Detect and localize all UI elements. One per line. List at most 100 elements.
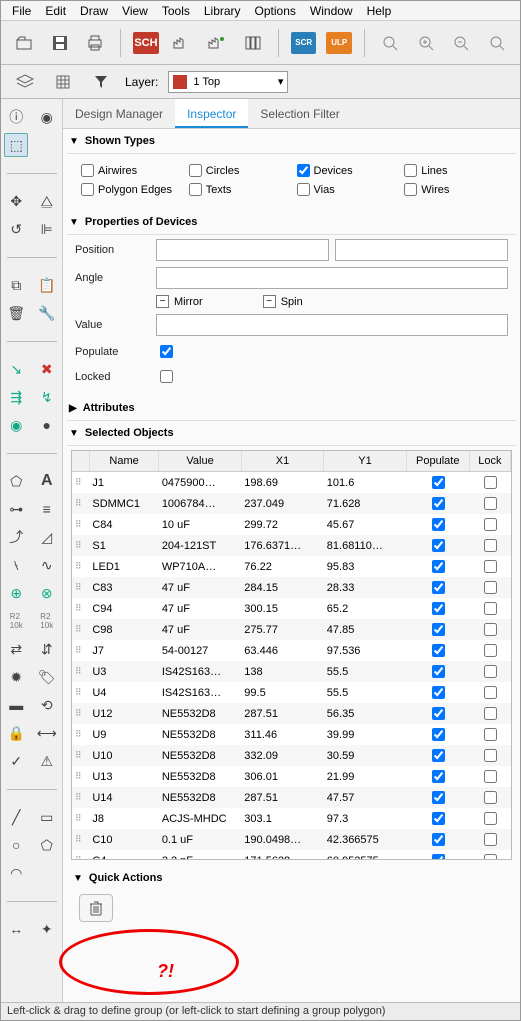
zoom-fit-icon[interactable] bbox=[377, 29, 403, 57]
chk-circles[interactable]: Circles bbox=[189, 164, 293, 177]
mirror-tool-icon[interactable]: ⧋ bbox=[35, 189, 59, 213]
zoom-in-icon[interactable] bbox=[413, 29, 439, 57]
table-row[interactable]: ⠿U12NE5532D8287.5156.35 bbox=[72, 703, 511, 724]
section-shown-types[interactable]: ▼Shown Types bbox=[67, 129, 516, 154]
row-populate-checkbox[interactable] bbox=[432, 623, 445, 636]
bus-tool-icon[interactable]: ≡ bbox=[35, 497, 59, 521]
chk-lines[interactable]: Lines bbox=[404, 164, 508, 177]
table-row[interactable]: ⠿U9NE5532D8311.4639.99 bbox=[72, 724, 511, 745]
move-tool-icon[interactable]: ✥ bbox=[4, 189, 28, 213]
sch-brd-badge[interactable]: SCH bbox=[133, 32, 159, 54]
align-tool-icon[interactable]: ⊫ bbox=[35, 217, 59, 241]
manufacturing-icon[interactable] bbox=[169, 29, 195, 57]
table-row[interactable]: ⠿C8410 uF299.7245.67 bbox=[72, 514, 511, 535]
meander-tool-icon[interactable]: ∿ bbox=[35, 553, 59, 577]
table-row[interactable]: ⠿U14NE5532D8287.5147.57 bbox=[72, 787, 511, 808]
spin-checkbox[interactable]: − bbox=[263, 295, 276, 308]
delete-tool-icon[interactable]: 🗑 bbox=[4, 301, 28, 325]
row-lock-checkbox[interactable] bbox=[484, 749, 497, 762]
table-row[interactable]: ⠿U10NE5532D8332.0930.59 bbox=[72, 745, 511, 766]
menu-draw[interactable]: Draw bbox=[73, 2, 115, 20]
menu-window[interactable]: Window bbox=[303, 2, 360, 20]
row-populate-checkbox[interactable] bbox=[432, 476, 445, 489]
row-populate-checkbox[interactable] bbox=[432, 686, 445, 699]
row-populate-checkbox[interactable] bbox=[432, 560, 445, 573]
row-populate-checkbox[interactable] bbox=[432, 854, 445, 860]
grid-icon[interactable] bbox=[49, 68, 77, 96]
chk-texts[interactable]: Texts bbox=[189, 183, 293, 196]
menu-options[interactable]: Options bbox=[248, 2, 303, 20]
table-row[interactable]: ⠿C42.2 pF171.5628…60.952575 bbox=[72, 850, 511, 860]
change-tool-icon[interactable]: 🔧 bbox=[35, 301, 59, 325]
quickroute-icon[interactable]: ↯ bbox=[35, 385, 59, 409]
position-y-input[interactable] bbox=[335, 239, 508, 261]
circle-tool-icon[interactable]: ○ bbox=[4, 833, 28, 857]
paint-tool-icon[interactable]: ▬ bbox=[4, 693, 28, 717]
miter-tool-icon[interactable]: ◿ bbox=[35, 525, 59, 549]
row-lock-checkbox[interactable] bbox=[484, 854, 497, 860]
zoom-out-icon[interactable] bbox=[448, 29, 474, 57]
row-lock-checkbox[interactable] bbox=[484, 560, 497, 573]
row-populate-checkbox[interactable] bbox=[432, 497, 445, 510]
row-lock-checkbox[interactable] bbox=[484, 602, 497, 615]
section-quick-actions[interactable]: ▼Quick Actions bbox=[71, 866, 512, 890]
row-lock-checkbox[interactable] bbox=[484, 728, 497, 741]
table-row[interactable]: ⠿J8ACJS-MHDC303.197.3 bbox=[72, 808, 511, 829]
replace-part-icon[interactable]: ⊗ bbox=[35, 581, 59, 605]
menu-file[interactable]: File bbox=[5, 2, 38, 20]
info-tool-icon[interactable]: ⓘ bbox=[4, 105, 28, 129]
section-properties[interactable]: ▼Properties of Devices bbox=[67, 210, 516, 235]
row-populate-checkbox[interactable] bbox=[432, 518, 445, 531]
line-tool-icon[interactable]: ╱ bbox=[4, 805, 28, 829]
table-row[interactable]: ⠿J10475900…198.69101.6 bbox=[72, 472, 511, 494]
layers-icon[interactable] bbox=[11, 68, 39, 96]
table-row[interactable]: ⠿U13NE5532D8306.0121.99 bbox=[72, 766, 511, 787]
qa-delete-button[interactable] bbox=[79, 894, 113, 922]
menu-library[interactable]: Library bbox=[197, 2, 248, 20]
library-icon[interactable] bbox=[240, 29, 266, 57]
table-row[interactable]: ⠿S1204-121ST176.6371…81.68110… bbox=[72, 535, 511, 556]
add-part-icon[interactable]: ⊕ bbox=[4, 581, 28, 605]
value-input[interactable] bbox=[156, 314, 508, 336]
col-x1[interactable]: X1 bbox=[241, 451, 323, 472]
filter-icon[interactable] bbox=[87, 68, 115, 96]
row-lock-checkbox[interactable] bbox=[484, 644, 497, 657]
section-attributes[interactable]: ▶Attributes bbox=[67, 396, 516, 421]
paste-tool-icon[interactable]: 📋 bbox=[35, 273, 59, 297]
table-row[interactable]: ⠿U3IS42S163…13855.5 bbox=[72, 661, 511, 682]
table-row[interactable]: ⠿C9447 uF300.1565.2 bbox=[72, 598, 511, 619]
row-populate-checkbox[interactable] bbox=[432, 539, 445, 552]
table-row[interactable]: ⠿J754-0012763.44697.536 bbox=[72, 640, 511, 661]
section-selected-objects[interactable]: ▼Selected Objects bbox=[67, 421, 516, 446]
menu-tools[interactable]: Tools bbox=[155, 2, 197, 20]
locked-checkbox[interactable] bbox=[160, 370, 173, 383]
row-populate-checkbox[interactable] bbox=[432, 581, 445, 594]
row-lock-checkbox[interactable] bbox=[484, 812, 497, 825]
errors-tool-icon[interactable]: ⚠ bbox=[35, 749, 59, 773]
row-lock-checkbox[interactable] bbox=[484, 476, 497, 489]
open-icon[interactable] bbox=[11, 29, 37, 57]
selected-objects-table[interactable]: Name Value X1 Y1 Populate Lock ⠿J1047590… bbox=[71, 450, 512, 860]
chk-wires[interactable]: Wires bbox=[404, 183, 508, 196]
menu-edit[interactable]: Edit bbox=[38, 2, 73, 20]
table-row[interactable]: ⠿SDMMC11006784…237.04971.628 bbox=[72, 493, 511, 514]
print-icon[interactable] bbox=[83, 29, 109, 57]
row-lock-checkbox[interactable] bbox=[484, 791, 497, 804]
row-lock-checkbox[interactable] bbox=[484, 623, 497, 636]
row-lock-checkbox[interactable] bbox=[484, 539, 497, 552]
polygon-tool-icon[interactable]: ⬠ bbox=[4, 469, 28, 493]
row-lock-checkbox[interactable] bbox=[484, 665, 497, 678]
poly-shape-icon[interactable]: ⬠ bbox=[35, 833, 59, 857]
row-populate-checkbox[interactable] bbox=[432, 728, 445, 741]
ulp-badge[interactable]: ULP bbox=[326, 32, 352, 54]
chk-vias[interactable]: Vias bbox=[297, 183, 401, 196]
mark-tool-icon[interactable]: ✦ bbox=[35, 917, 59, 941]
col-y1[interactable]: Y1 bbox=[324, 451, 406, 472]
tab-inspector[interactable]: Inspector bbox=[175, 99, 248, 128]
row-lock-checkbox[interactable] bbox=[484, 770, 497, 783]
table-row[interactable]: ⠿U4IS42S163…99.555.5 bbox=[72, 682, 511, 703]
route-multi-icon[interactable]: ⇶ bbox=[4, 385, 28, 409]
row-populate-checkbox[interactable] bbox=[432, 644, 445, 657]
label-tool-icon[interactable]: 🏷 bbox=[35, 665, 59, 689]
route-tool-icon[interactable]: ↘ bbox=[4, 357, 28, 381]
